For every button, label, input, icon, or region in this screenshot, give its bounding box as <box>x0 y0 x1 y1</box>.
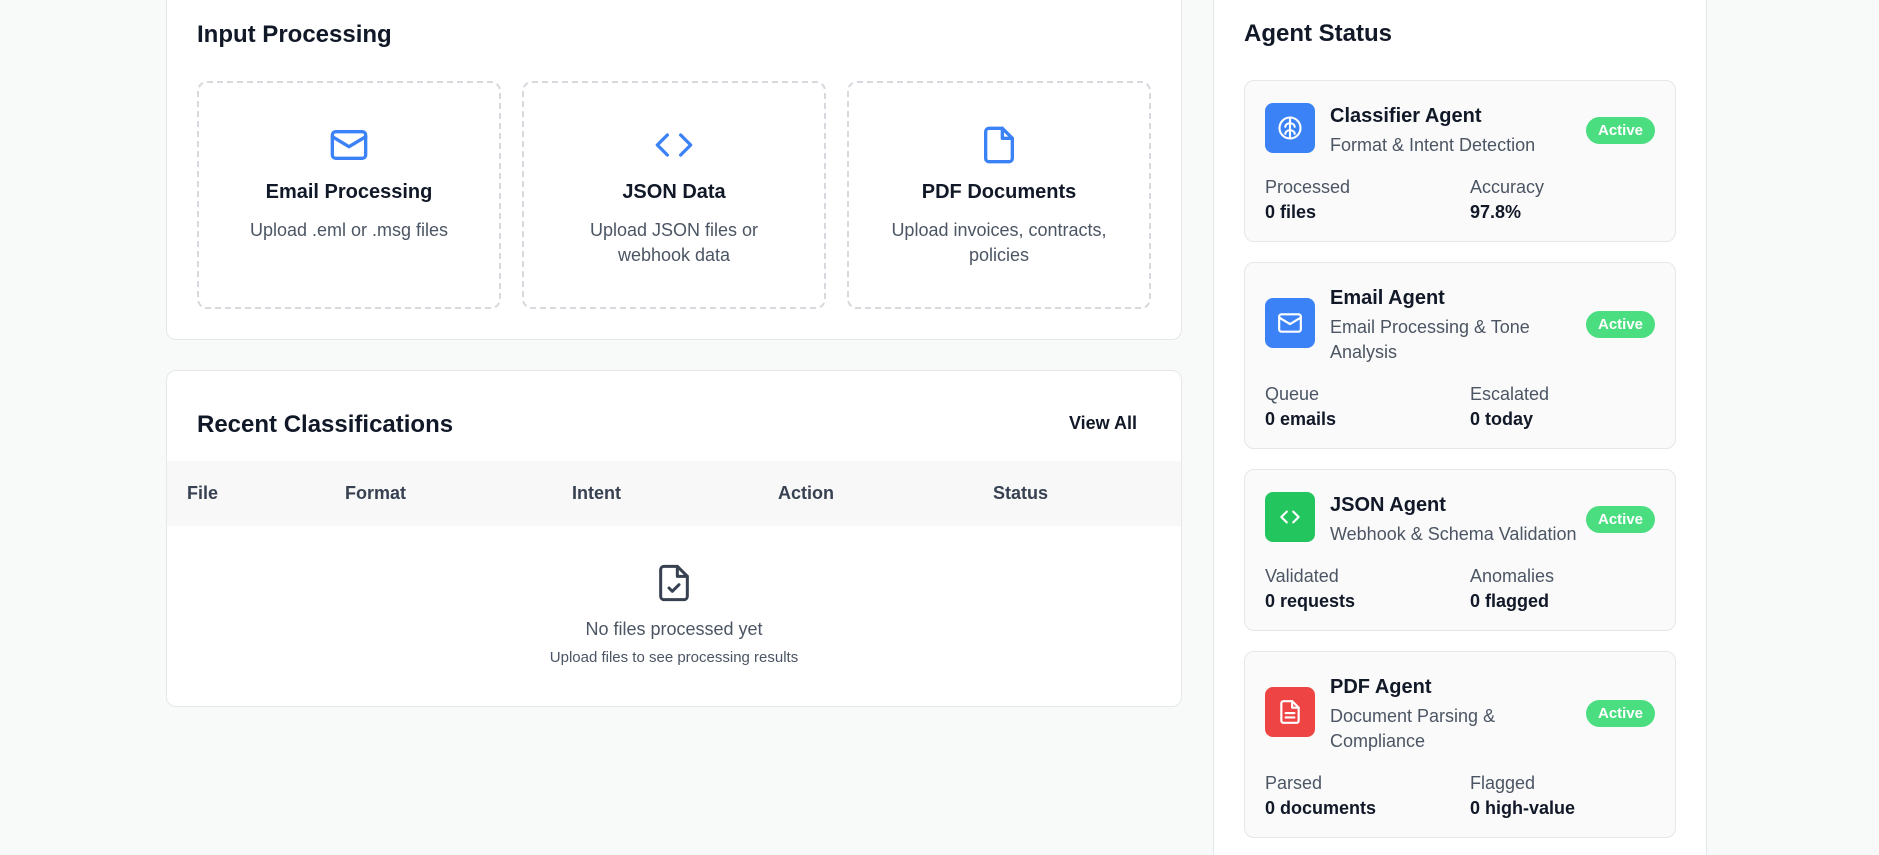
agent-card-json: JSON Agent Webhook & Schema Validation A… <box>1244 469 1676 631</box>
stat-label: Processed <box>1265 177 1351 197</box>
stat-value: 0 flagged <box>1470 591 1550 611</box>
empty-state-subtitle: Upload files to see processing results <box>549 649 799 666</box>
empty-state-title: No files processed yet <box>585 619 763 639</box>
json-upload-option[interactable]: JSON Data Upload JSON files or webhook d… <box>522 81 826 309</box>
agent-card-classifier: Classifier Agent Format & Intent Detecti… <box>1244 80 1676 242</box>
agent-card-email: Email Agent Email Processing & Tone Anal… <box>1244 262 1676 449</box>
pdf-upload-description: Upload invoices, contracts, policies <box>891 220 1107 265</box>
pdf-upload-title: PDF Documents <box>921 181 1077 203</box>
agent-description: Format & Intent Detection <box>1330 135 1536 155</box>
code-icon <box>1265 492 1315 542</box>
agent-description: Email Processing & Tone Analysis <box>1330 317 1530 362</box>
status-badge: Active <box>1586 311 1655 338</box>
file-check-icon <box>659 564 689 602</box>
file-text-icon <box>1265 687 1315 737</box>
status-badge: Active <box>1586 506 1655 533</box>
agent-status-title: Agent Status <box>1244 20 1393 47</box>
stat-label: Queue <box>1265 384 1320 404</box>
email-upload-option[interactable]: Email Processing Upload .eml or .msg fil… <box>197 81 501 309</box>
agent-description: Webhook & Schema Validation <box>1330 524 1577 544</box>
column-header-file: File <box>187 483 219 503</box>
json-upload-title: JSON Data <box>622 181 726 203</box>
stat-value: 0 today <box>1470 409 1534 429</box>
brain-icon <box>1265 103 1315 153</box>
agent-name: Email Agent <box>1330 287 1445 309</box>
stat-value: 0 documents <box>1265 798 1377 818</box>
agent-status-panel: Agent Status Classifier Agent Format & I… <box>1213 0 1707 855</box>
stat-label: Anomalies <box>1470 566 1555 586</box>
stat-label: Parsed <box>1265 773 1323 793</box>
json-upload-description: Upload JSON files or webhook data <box>589 220 759 265</box>
agent-name: PDF Agent <box>1330 676 1432 698</box>
agent-card-pdf: PDF Agent Document Parsing & Compliance … <box>1244 651 1676 838</box>
agent-name: JSON Agent <box>1330 494 1446 516</box>
recent-classifications-card: Recent Classifications View All File For… <box>166 370 1182 707</box>
mail-icon <box>1265 298 1315 348</box>
stat-label: Flagged <box>1470 773 1536 793</box>
stat-value: 0 high-value <box>1470 798 1576 818</box>
view-all-button[interactable]: View All <box>1069 413 1137 434</box>
email-upload-title: Email Processing <box>265 181 433 203</box>
mail-icon <box>330 130 368 160</box>
empty-state: No files processed yet Upload files to s… <box>167 561 1181 666</box>
status-badge: Active <box>1586 700 1655 727</box>
column-header-status: Status <box>993 483 1049 503</box>
stat-label: Accuracy <box>1470 177 1545 197</box>
stat-label: Validated <box>1265 566 1339 586</box>
stat-value: 97.8% <box>1470 202 1522 222</box>
stat-value: 0 emails <box>1265 409 1337 429</box>
agent-description: Document Parsing & Compliance <box>1330 706 1496 751</box>
table-header: File Format Intent Action Status <box>167 461 1181 526</box>
email-upload-description: Upload .eml or .msg files <box>249 220 449 240</box>
pdf-upload-option[interactable]: PDF Documents Upload invoices, contracts… <box>847 81 1151 309</box>
input-processing-title: Input Processing <box>197 21 392 48</box>
code-icon <box>655 133 693 157</box>
recent-classifications-title: Recent Classifications <box>197 411 454 438</box>
column-header-format: Format <box>345 483 407 503</box>
file-icon <box>984 126 1014 164</box>
column-header-intent: Intent <box>572 483 621 503</box>
column-header-action: Action <box>778 483 834 503</box>
agent-name: Classifier Agent <box>1330 105 1482 127</box>
stat-value: 0 files <box>1265 202 1317 222</box>
input-processing-card: Input Processing Email Processing Upload… <box>166 0 1182 340</box>
status-badge: Active <box>1586 117 1655 144</box>
stat-label: Escalated <box>1470 384 1550 404</box>
stat-value: 0 requests <box>1265 591 1356 611</box>
